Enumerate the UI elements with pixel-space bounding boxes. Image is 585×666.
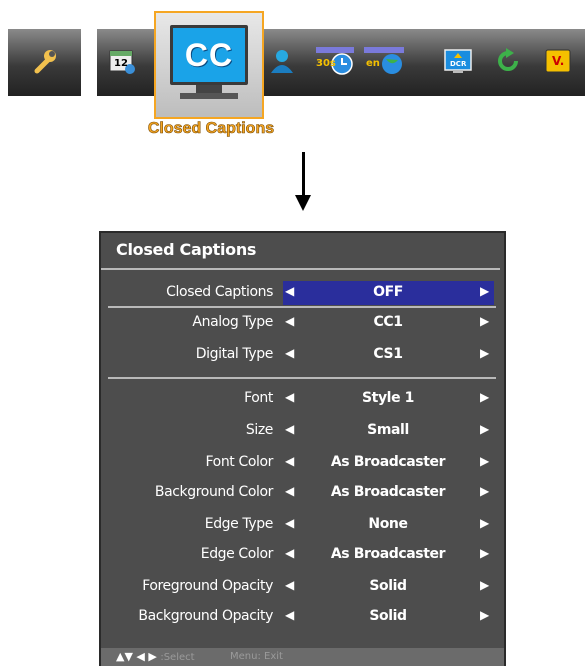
cc-icon-text: CC: [184, 36, 234, 73]
row-label: Background Color: [154, 484, 274, 500]
left-arrow-icon[interactable]: ◀: [285, 484, 294, 498]
menu-row-font[interactable]: Font ◀ Style 1 ▶: [101, 387, 500, 411]
right-arrow-icon[interactable]: ▶: [480, 578, 489, 592]
row-value: Small: [367, 422, 409, 438]
menu-row-foreground-opacity[interactable]: Foreground Opacity ◀ Solid ▶: [101, 575, 500, 599]
row-value: As Broadcaster: [330, 546, 446, 562]
row-label: Edge Color: [200, 546, 274, 562]
row-label: Font: [244, 390, 273, 406]
wrench-icon[interactable]: [31, 47, 59, 75]
right-arrow-icon[interactable]: ▶: [480, 454, 489, 468]
v-chip-icon[interactable]: V.: [544, 47, 572, 75]
closed-captions-button[interactable]: CC: [154, 11, 264, 119]
menu-row-background-color[interactable]: Background Color ◀ As Broadcaster ▶: [101, 481, 500, 505]
user-icon[interactable]: [268, 47, 296, 75]
row-label: Analog Type: [192, 314, 273, 330]
nav-arrows-icon: ▲▼ ◀ ▶: [116, 650, 157, 663]
calendar-icon[interactable]: 12: [108, 47, 136, 75]
menu-row-edge-type[interactable]: Edge Type ◀ None ▶: [101, 513, 500, 537]
dcr-text: DCR: [450, 60, 467, 68]
row-label: Font Color: [205, 454, 274, 470]
lang-text: en: [366, 58, 380, 69]
row-value: CS1: [373, 346, 403, 362]
footer-nav-hint: ▲▼ ◀ ▶ :Select: [116, 650, 195, 663]
row-divider: [108, 306, 496, 308]
row-value: As Broadcaster: [330, 484, 446, 500]
down-arrow-icon: [295, 195, 311, 211]
left-arrow-icon[interactable]: ◀: [285, 454, 294, 468]
menu-row-digital-type[interactable]: Digital Type ◀ CS1 ▶: [101, 343, 500, 367]
language-globe-icon[interactable]: en: [364, 47, 404, 75]
row-label: Size: [245, 422, 274, 438]
footer-select-text: :Select: [160, 652, 195, 663]
reset-icon[interactable]: [494, 47, 522, 75]
left-arrow-icon[interactable]: ◀: [285, 390, 294, 404]
selected-label: Closed Captions: [147, 120, 275, 138]
calendar-day: 12: [114, 58, 128, 69]
menu-row-analog-type[interactable]: Analog Type ◀ CC1 ▶: [101, 311, 500, 335]
row-value: Solid: [369, 578, 407, 594]
timer-text: 30s: [316, 58, 336, 69]
row-label: Closed Captions: [166, 284, 273, 300]
cc-screen-icon: CC: [170, 25, 248, 85]
row-value: Style 1: [361, 390, 414, 406]
right-arrow-icon[interactable]: ▶: [480, 314, 489, 328]
row-label: Edge Type: [204, 516, 274, 532]
row-label: Foreground Opacity: [142, 578, 273, 594]
right-arrow-icon[interactable]: ▶: [480, 390, 489, 404]
row-value: OFF: [373, 284, 403, 300]
cc-base: [180, 93, 238, 99]
right-arrow-icon[interactable]: ▶: [480, 346, 489, 360]
down-arrow-shaft: [302, 152, 305, 197]
row-value: Solid: [369, 608, 407, 624]
title-divider: [101, 268, 500, 270]
v-text: V.: [552, 54, 565, 68]
menu-row-font-color[interactable]: Font Color ◀ As Broadcaster ▶: [101, 451, 500, 475]
sleep-timer-icon[interactable]: 30s: [316, 47, 354, 75]
section-divider: [108, 377, 496, 379]
row-value: None: [368, 516, 408, 532]
footer-exit-text: Menu: Exit: [230, 651, 283, 662]
dcr-icon[interactable]: DCR: [444, 47, 472, 75]
panel-title: Closed Captions: [116, 240, 257, 259]
left-arrow-icon[interactable]: ◀: [285, 346, 294, 360]
menu-row-closed-captions[interactable]: Closed Captions ◀ OFF ▶: [101, 281, 500, 305]
menu-row-size[interactable]: Size ◀ Small ▶: [101, 419, 500, 443]
row-label: Digital Type: [195, 346, 274, 362]
left-arrow-icon[interactable]: ◀: [285, 546, 294, 560]
left-arrow-icon[interactable]: ◀: [285, 516, 294, 530]
right-arrow-icon[interactable]: ▶: [480, 546, 489, 560]
left-arrow-icon[interactable]: ◀: [285, 284, 294, 298]
right-arrow-icon[interactable]: ▶: [480, 484, 489, 498]
menu-row-background-opacity[interactable]: Background Opacity ◀ Solid ▶: [101, 605, 500, 629]
menu-row-edge-color[interactable]: Edge Color ◀ As Broadcaster ▶: [101, 543, 500, 567]
left-arrow-icon[interactable]: ◀: [285, 314, 294, 328]
right-arrow-icon[interactable]: ▶: [480, 516, 489, 530]
row-value: As Broadcaster: [330, 454, 446, 470]
right-arrow-icon[interactable]: ▶: [480, 422, 489, 436]
left-arrow-icon[interactable]: ◀: [285, 608, 294, 622]
left-arrow-icon[interactable]: ◀: [285, 422, 294, 436]
row-label: Background Opacity: [138, 608, 273, 624]
right-arrow-icon[interactable]: ▶: [480, 608, 489, 622]
right-arrow-icon[interactable]: ▶: [480, 284, 489, 298]
left-arrow-icon[interactable]: ◀: [285, 578, 294, 592]
row-value: CC1: [373, 314, 403, 330]
